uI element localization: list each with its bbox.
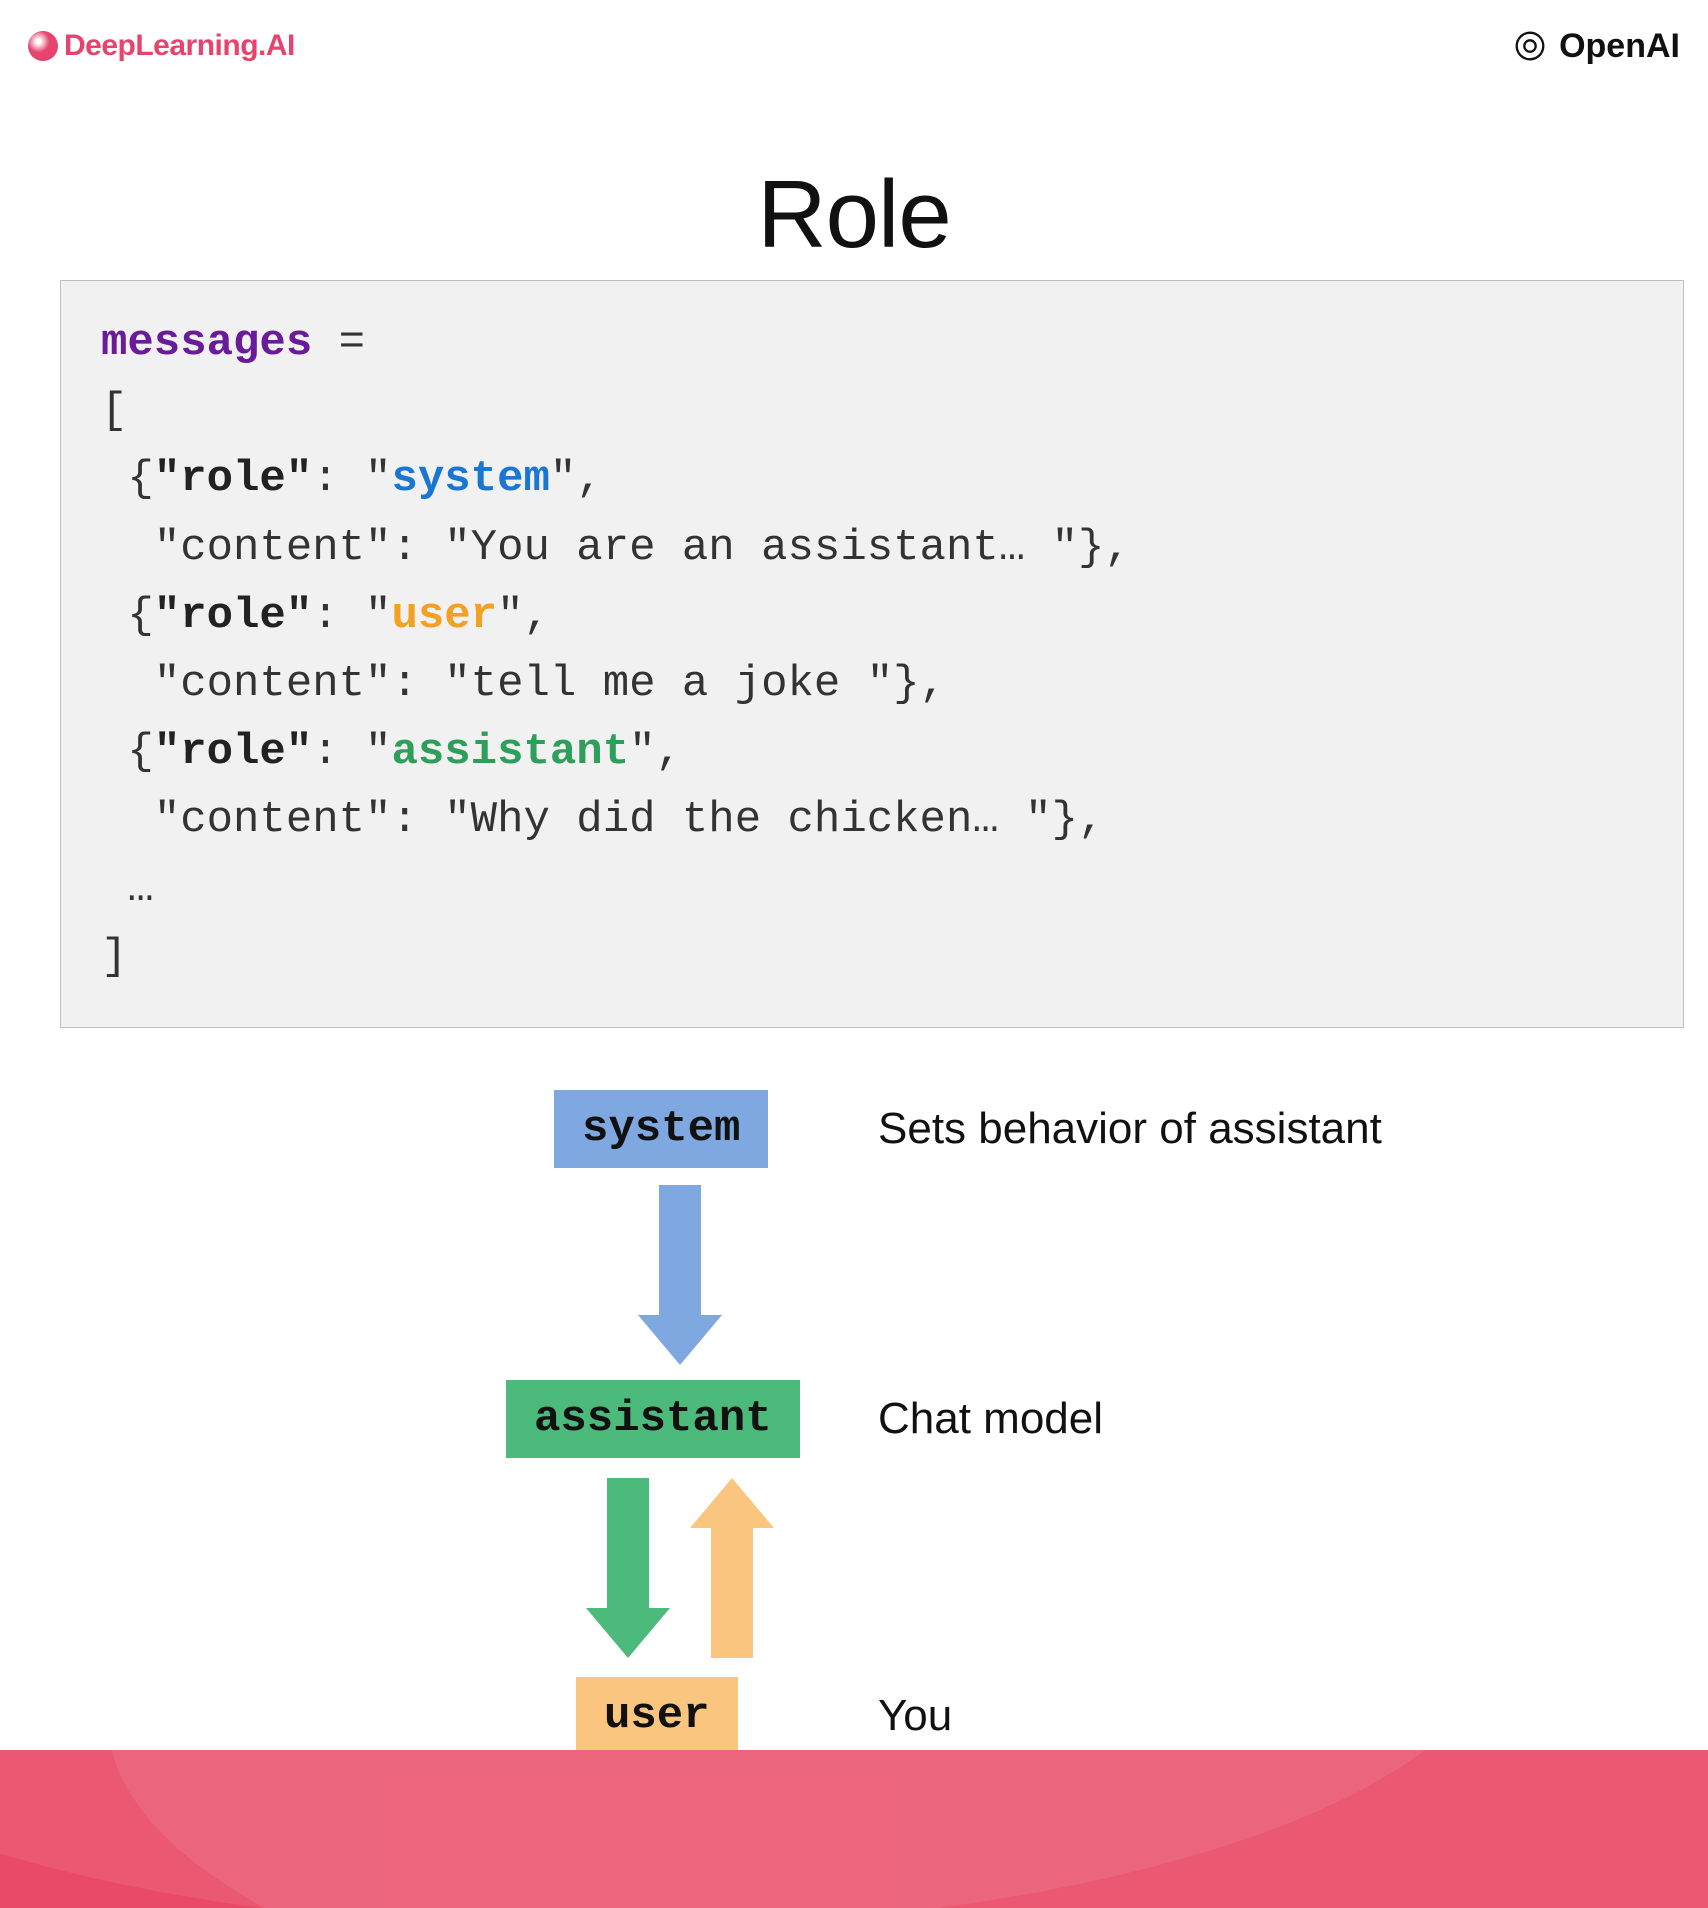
code-close-bracket: ] [101, 932, 127, 982]
arrow-assistant-to-user-icon [586, 1478, 670, 1658]
arrow-system-to-assistant-icon [638, 1185, 722, 1365]
code-equals: = [312, 318, 365, 368]
code-content-val-2: "tell me a joke " [444, 659, 893, 709]
code-role-system: system [391, 454, 549, 504]
code-block: messages = [ {"role": "system", "content… [60, 280, 1684, 1028]
code-role-assistant: assistant [391, 727, 629, 777]
deeplearning-ball-icon [28, 31, 58, 61]
openai-brand-text: OpenAI [1559, 27, 1680, 66]
openai-knot-icon [1511, 27, 1549, 65]
deeplearning-logo: DeepLearning.AI [28, 29, 295, 63]
footer-decorative-band [0, 1750, 1708, 1908]
code-var: messages [101, 318, 312, 368]
code-content-val-1: "You are an assistant… " [444, 523, 1078, 573]
code-role-key-3: "role" [154, 727, 312, 777]
role-diagram: system Sets behavior of assistant assist… [0, 1060, 1708, 1748]
diagram-node-assistant: assistant [506, 1380, 800, 1458]
code-role-user: user [391, 591, 497, 641]
openai-logo: OpenAI [1511, 27, 1680, 66]
diagram-node-system: system [554, 1090, 768, 1168]
code-content-key-2: "content" [154, 659, 392, 709]
code-role-key-2: "role" [154, 591, 312, 641]
code-ellipsis: … [101, 864, 154, 914]
slide-header: DeepLearning.AI OpenAI [0, 16, 1708, 76]
slide-title: Role [0, 160, 1708, 270]
diagram-desc-system: Sets behavior of assistant [878, 1104, 1382, 1154]
diagram-node-user: user [576, 1677, 738, 1755]
diagram-desc-user: You [878, 1691, 952, 1741]
code-content-val-3: "Why did the chicken… " [444, 795, 1051, 845]
code-content-key-3: "content" [154, 795, 392, 845]
code-open-bracket: [ [101, 386, 127, 436]
deeplearning-brand-text: DeepLearning.AI [64, 29, 295, 63]
code-role-key-1: "role" [154, 454, 312, 504]
diagram-desc-assistant: Chat model [878, 1394, 1103, 1444]
code-content-key-1: "content" [154, 523, 392, 573]
arrow-user-to-assistant-icon [690, 1478, 774, 1658]
